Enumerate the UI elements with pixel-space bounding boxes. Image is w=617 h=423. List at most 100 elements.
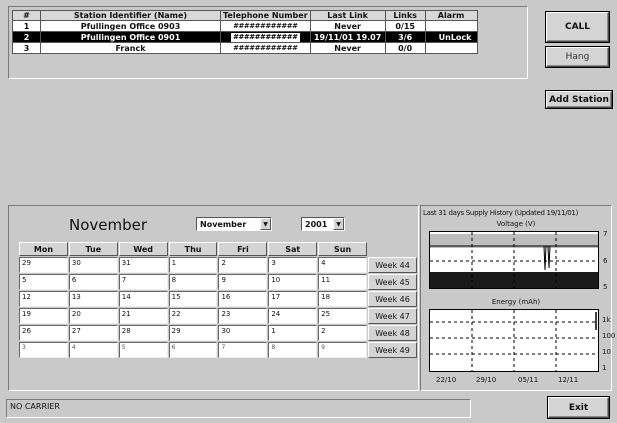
day-header: Fri bbox=[218, 242, 268, 256]
calendar-day-cell[interactable]: 25 bbox=[318, 308, 368, 324]
calendar-day-cell[interactable]: 27 bbox=[68, 325, 118, 341]
day-header: Wed bbox=[118, 242, 168, 256]
station-last-link: Never bbox=[309, 42, 386, 54]
station-phone-value: ############ bbox=[233, 44, 298, 52]
voltage-tick: 5 bbox=[603, 283, 608, 291]
calendar-day-cell[interactable]: 7 bbox=[218, 342, 268, 358]
calendar-day-cell[interactable]: 8 bbox=[268, 342, 318, 358]
calendar-day-cell[interactable]: 7 bbox=[118, 274, 168, 290]
call-button[interactable]: CALL bbox=[546, 12, 609, 42]
calendar-day-cell[interactable]: 5 bbox=[19, 274, 68, 290]
week-column-header bbox=[368, 242, 417, 256]
calendar-day-cell[interactable]: 12 bbox=[19, 291, 68, 307]
calendar-day-cell[interactable]: 10 bbox=[268, 274, 318, 290]
station-number: 2 bbox=[12, 31, 41, 43]
calendar-day-cell[interactable]: 8 bbox=[168, 274, 218, 290]
calendar-day-cell[interactable]: 1 bbox=[168, 257, 218, 273]
calendar-day-cell[interactable]: 5 bbox=[118, 342, 168, 358]
year-select-value: 2001 bbox=[305, 219, 328, 229]
calendar-day-cell[interactable]: 31 bbox=[118, 257, 168, 273]
calendar-day-cell[interactable]: 4 bbox=[318, 257, 368, 273]
station-list-panel: # Station Identifier (Name) Telephone Nu… bbox=[8, 6, 528, 79]
calendar-day-cell[interactable]: 2 bbox=[218, 257, 268, 273]
calendar-day-cell[interactable]: 6 bbox=[168, 342, 218, 358]
week-button[interactable]: Week 47 bbox=[368, 308, 417, 324]
calendar-day-cell[interactable]: 2 bbox=[318, 325, 368, 341]
calendar-day-cell[interactable]: 22 bbox=[168, 308, 218, 324]
exit-button[interactable]: Exit bbox=[548, 397, 609, 418]
calendar-day-cell[interactable]: 30 bbox=[68, 257, 118, 273]
calendar-week-row: 3 4 5 6 7 8 9 Week 49 bbox=[19, 342, 417, 358]
year-select[interactable]: 2001 ▼ bbox=[301, 217, 345, 231]
col-header-last-link[interactable]: Last Link bbox=[309, 10, 386, 21]
col-header-links[interactable]: Links bbox=[384, 10, 426, 21]
week-button[interactable]: Week 46 bbox=[368, 291, 417, 307]
hang-button[interactable]: Hang bbox=[546, 47, 609, 67]
voltage-tick: 6 bbox=[603, 257, 608, 265]
calendar-day-cell[interactable]: 4 bbox=[68, 342, 118, 358]
calendar-day-cell[interactable]: 11 bbox=[318, 274, 368, 290]
station-table: # Station Identifier (Name) Telephone Nu… bbox=[12, 10, 478, 54]
chevron-down-icon[interactable]: ▼ bbox=[260, 218, 271, 230]
col-header-telephone[interactable]: Telephone Number bbox=[220, 10, 311, 21]
day-header: Thu bbox=[168, 242, 218, 256]
voltage-spike bbox=[542, 245, 551, 271]
calendar-day-cell[interactable]: 17 bbox=[268, 291, 318, 307]
table-row[interactable]: 1 Pfullingen Office 0903 ############ Ne… bbox=[12, 20, 478, 32]
week-button[interactable]: Week 49 bbox=[368, 342, 417, 358]
calendar-day-cell[interactable]: 9 bbox=[218, 274, 268, 290]
calendar-day-cell[interactable]: 24 bbox=[268, 308, 318, 324]
col-header-number[interactable]: # bbox=[12, 10, 41, 21]
status-text: NO CARRIER bbox=[10, 402, 60, 411]
energy-chart-svg bbox=[430, 310, 598, 371]
calendar-day-cell[interactable]: 26 bbox=[19, 325, 68, 341]
calendar-day-cell[interactable]: 30 bbox=[218, 325, 268, 341]
station-phone: ############ bbox=[220, 42, 311, 54]
calendar-day-cell[interactable]: 20 bbox=[68, 308, 118, 324]
chevron-down-icon[interactable]: ▼ bbox=[333, 218, 344, 230]
calendar-day-cell[interactable]: 23 bbox=[218, 308, 268, 324]
calendar-day-cell[interactable]: 6 bbox=[68, 274, 118, 290]
voltage-chart-svg bbox=[430, 232, 598, 288]
energy-tick: 1 bbox=[602, 364, 607, 372]
calendar-day-cell[interactable]: 21 bbox=[118, 308, 168, 324]
calendar-day-cell[interactable]: 14 bbox=[118, 291, 168, 307]
station-phone-value: ############ bbox=[233, 22, 298, 30]
status-bar: NO CARRIER bbox=[6, 399, 471, 418]
table-row[interactable]: 3 Franck ############ Never 0/0 bbox=[12, 42, 478, 54]
calendar-day-cell[interactable]: 29 bbox=[168, 325, 218, 341]
date-tick: 12/11 bbox=[558, 376, 579, 384]
alarm-unlock-badge: UnLock bbox=[435, 32, 475, 42]
station-last-link: 19/11/01 19.07 bbox=[309, 31, 386, 43]
station-number: 1 bbox=[12, 20, 41, 32]
week-button[interactable]: Week 48 bbox=[368, 325, 417, 341]
calendar-day-cell[interactable]: 3 bbox=[268, 257, 318, 273]
calendar-day-cell[interactable]: 13 bbox=[68, 291, 118, 307]
week-button[interactable]: Week 44 bbox=[368, 257, 417, 273]
calendar-day-cell[interactable]: 16 bbox=[218, 291, 268, 307]
date-tick: 29/10 bbox=[476, 376, 497, 384]
calendar-day-cell[interactable]: 9 bbox=[318, 342, 368, 358]
calendar-day-cell[interactable]: 29 bbox=[19, 257, 68, 273]
add-station-button[interactable]: Add Station bbox=[546, 91, 612, 108]
calendar-day-cell[interactable]: 18 bbox=[318, 291, 368, 307]
calendar-day-cell[interactable]: 28 bbox=[118, 325, 168, 341]
station-links: 0/15 bbox=[384, 20, 426, 32]
calendar-grid: Mon Tue Wed Thu Fri Sat Sun 29 30 31 1 2 3 4 We… bbox=[18, 241, 418, 359]
station-links: 3/6 bbox=[384, 31, 426, 43]
col-header-station-name[interactable]: Station Identifier (Name) bbox=[40, 10, 221, 21]
calendar-day-cell[interactable]: 19 bbox=[19, 308, 68, 324]
station-table-header: # Station Identifier (Name) Telephone Nu… bbox=[12, 10, 478, 21]
day-header: Sun bbox=[318, 242, 368, 256]
calendar-day-cell[interactable]: 15 bbox=[168, 291, 218, 307]
station-alarm bbox=[424, 42, 478, 54]
calendar-day-cell[interactable]: 3 bbox=[19, 342, 68, 358]
calendar-week-row: 29 30 31 1 2 3 4 Week 44 bbox=[19, 257, 417, 273]
month-select[interactable]: November ▼ bbox=[196, 217, 272, 231]
col-header-alarm[interactable]: Alarm bbox=[424, 10, 478, 21]
table-row-selected[interactable]: 2 Pfullingen Office 0901 ############ 19… bbox=[12, 31, 478, 43]
week-button[interactable]: Week 45 bbox=[368, 274, 417, 290]
energy-chart-label: Energy (mAh) bbox=[491, 298, 541, 306]
calendar-day-cell[interactable]: 1 bbox=[268, 325, 318, 341]
supply-history-title: Last 31 days Supply History (Updated 19/… bbox=[423, 209, 579, 217]
